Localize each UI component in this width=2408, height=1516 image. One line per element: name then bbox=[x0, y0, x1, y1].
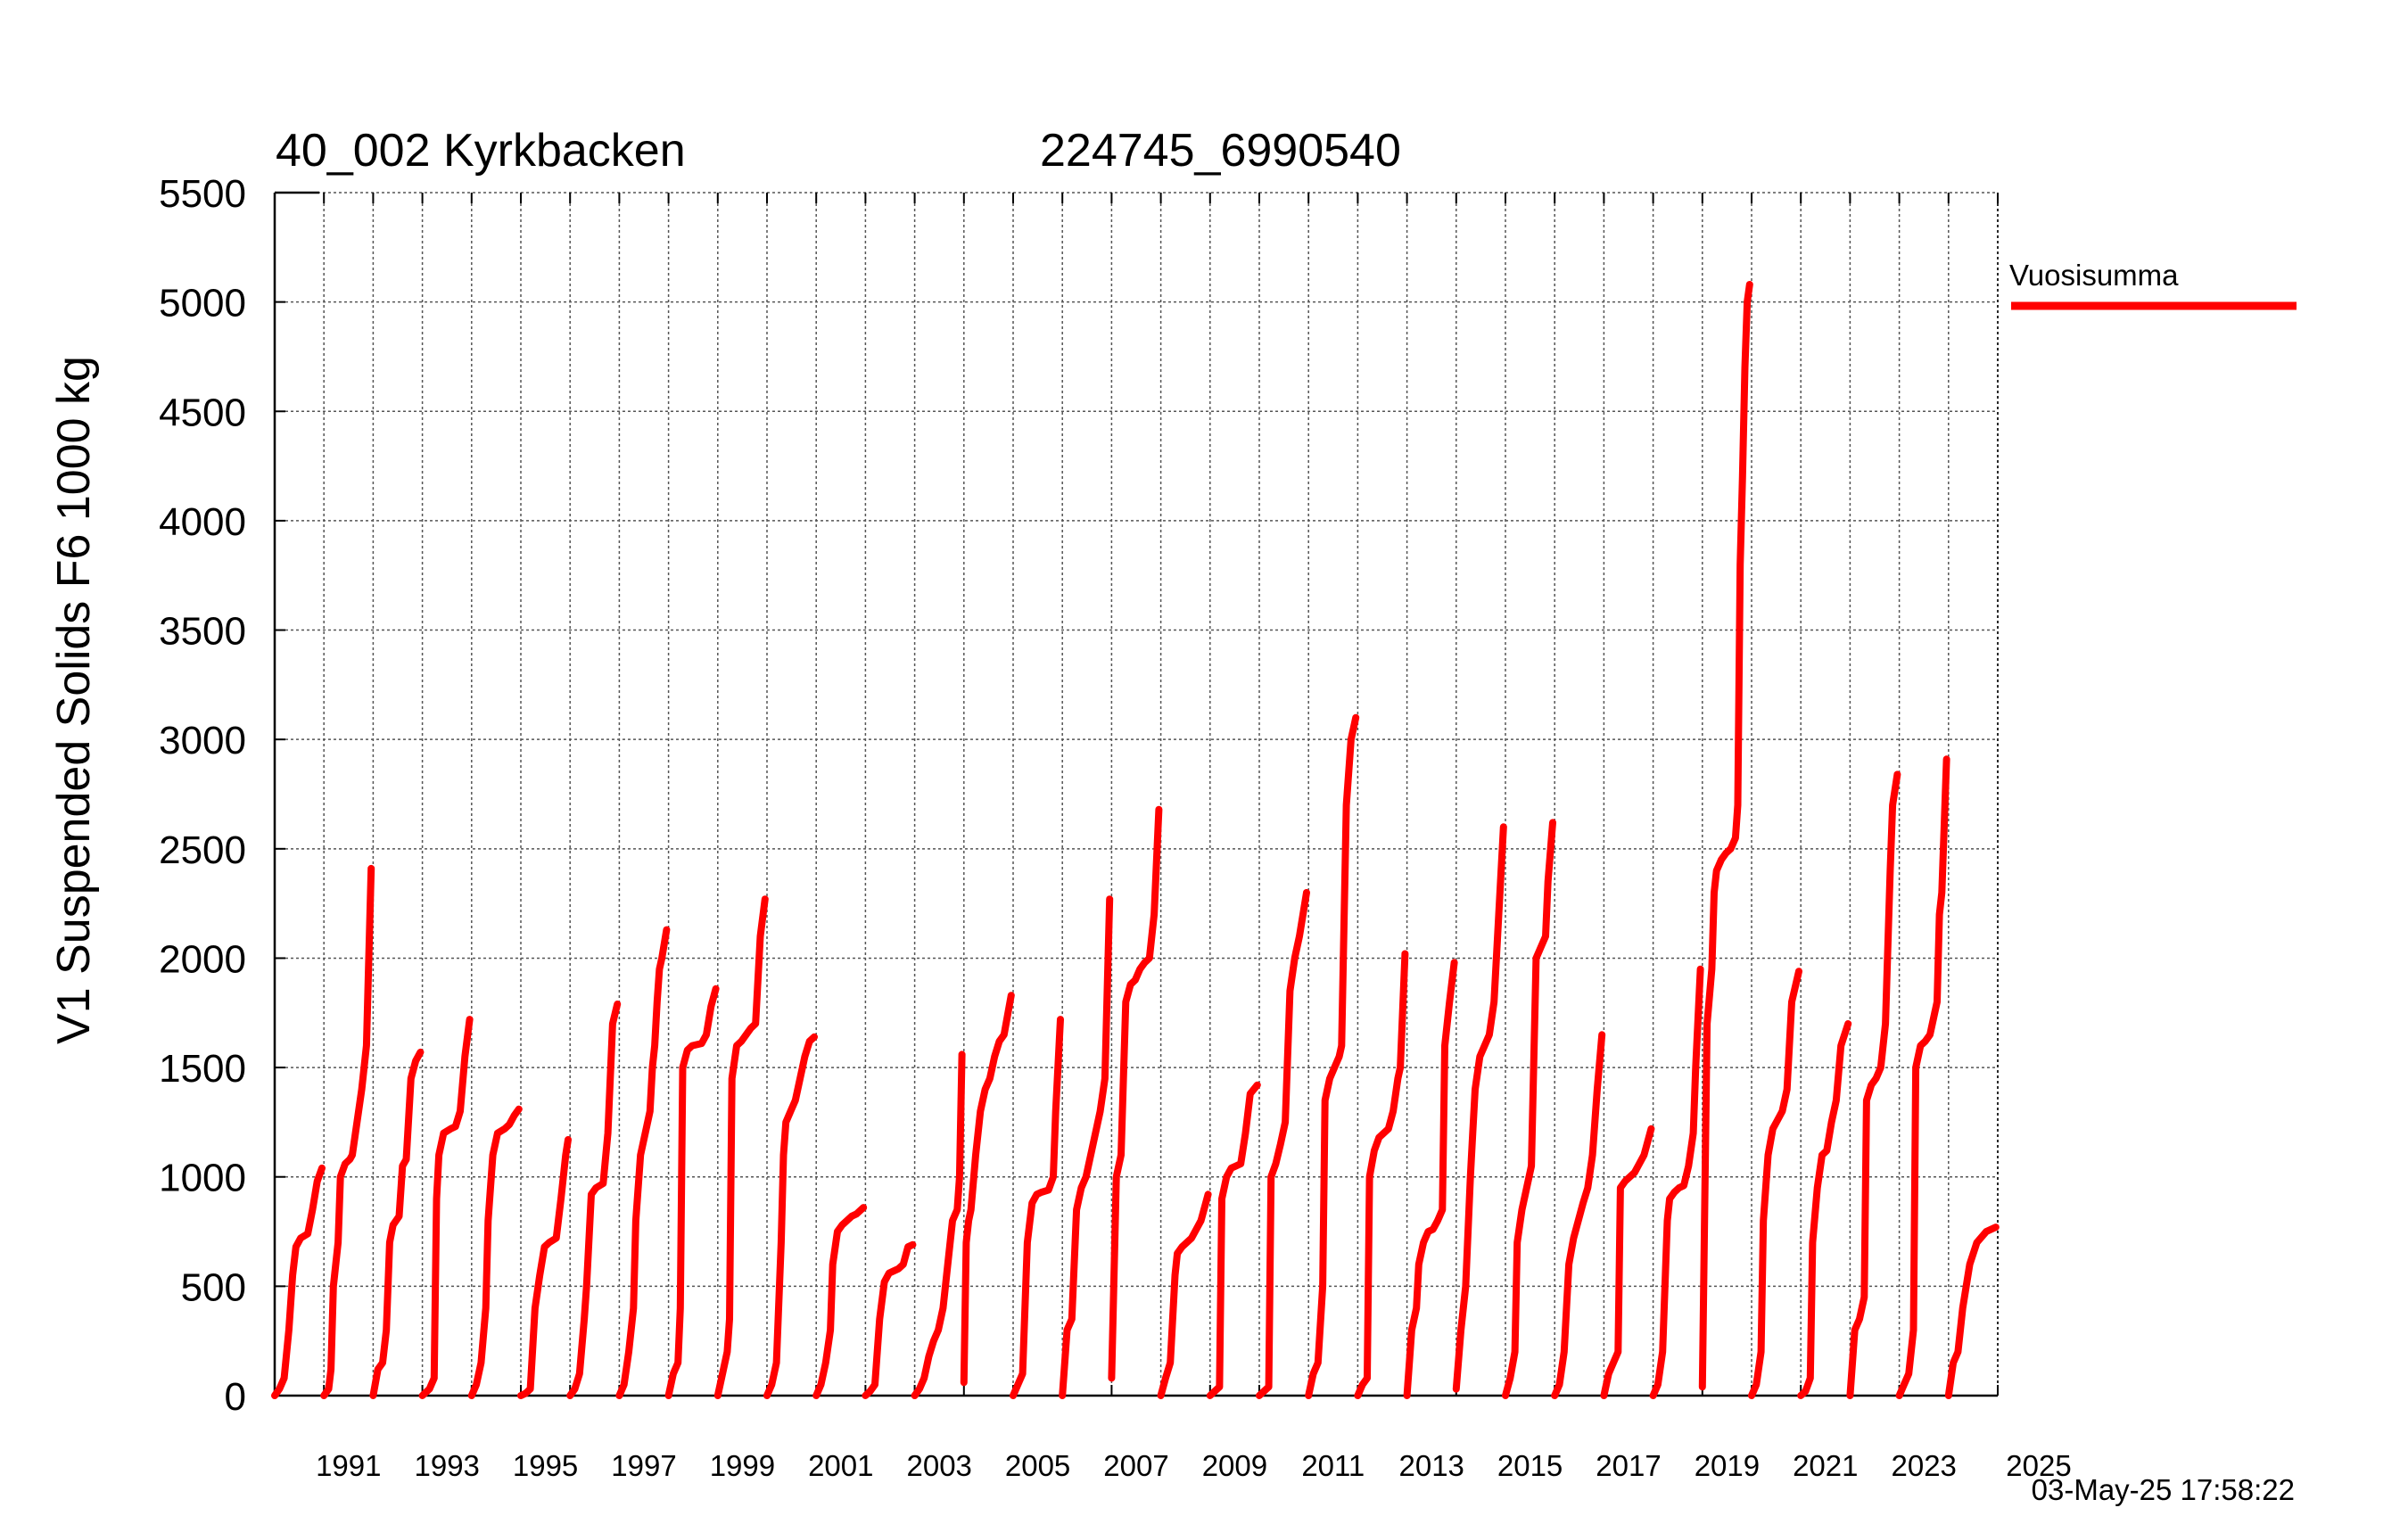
y-tick-label: 5000 bbox=[159, 282, 246, 325]
y-tick-label: 3500 bbox=[159, 610, 246, 654]
x-tick-label: 2013 bbox=[1398, 1449, 1464, 1482]
y-axis-label: V1 Suspended Solids F6 1000 kg bbox=[48, 356, 100, 1044]
y-tick-label: 500 bbox=[181, 1265, 246, 1309]
chart-title-right: 224745_6990540 bbox=[1040, 125, 1401, 177]
series-line-1999 bbox=[713, 895, 769, 1399]
series-line-2012 bbox=[1354, 950, 1409, 1399]
series-line-1992 bbox=[369, 1048, 425, 1399]
series-line-2000 bbox=[763, 1033, 818, 1399]
series-line-1993 bbox=[418, 1016, 474, 1399]
chart: 0 500 1000 1500 2000 2500 3000 3500 4000 4500 5000… bbox=[48, 125, 2297, 1506]
x-tick-label: 1995 bbox=[513, 1449, 578, 1482]
series-line-2013 bbox=[1403, 959, 1458, 1399]
x-tick-label: 2007 bbox=[1103, 1449, 1168, 1482]
x-tick-label: 1997 bbox=[611, 1449, 676, 1482]
series-line-2003 bbox=[911, 1050, 966, 1399]
chart-title-left: 40_002 Kyrkbacken bbox=[276, 125, 686, 177]
legend: Vuosisumma bbox=[2009, 259, 2297, 310]
x-tick-label: 1991 bbox=[316, 1449, 381, 1482]
series-line-2014 bbox=[1452, 823, 1507, 1393]
series-line-1991 bbox=[320, 864, 375, 1399]
series-line-2002 bbox=[862, 1240, 917, 1399]
series-line-2016 bbox=[1551, 1031, 1606, 1399]
series-line-2008 bbox=[1157, 1191, 1212, 1399]
x-tick-label: 2001 bbox=[808, 1449, 873, 1482]
series-line-2015 bbox=[1502, 819, 1556, 1399]
series-line-2019 bbox=[1698, 281, 1753, 1391]
series-line-2023 bbox=[1895, 755, 1950, 1399]
series-line-1994 bbox=[467, 1105, 523, 1399]
y-tick-label: 3000 bbox=[159, 719, 246, 762]
series-line-1990 bbox=[271, 1164, 326, 1399]
series-line-2007 bbox=[1108, 805, 1163, 1382]
x-tick-label: 2003 bbox=[906, 1449, 971, 1482]
x-tick-label: 2019 bbox=[1695, 1449, 1760, 1482]
series-line-2020 bbox=[1748, 968, 1802, 1399]
x-tick-label: 2009 bbox=[1202, 1449, 1267, 1482]
series-line-2021 bbox=[1797, 1020, 1852, 1399]
x-tick-label: 2021 bbox=[1793, 1449, 1858, 1482]
series-line-1995 bbox=[517, 1136, 572, 1399]
y-tick-label: 1000 bbox=[159, 1157, 246, 1200]
timestamp: 03-May-25 17:58:22 bbox=[2032, 1473, 2295, 1506]
x-tick-label: 2015 bbox=[1497, 1449, 1563, 1482]
series-line-1996 bbox=[566, 1001, 622, 1399]
series-line-2017 bbox=[1600, 1125, 1655, 1399]
y-tick-label: 2000 bbox=[159, 937, 246, 981]
x-tick-label: 2011 bbox=[1301, 1449, 1365, 1482]
y-tick-label: 0 bbox=[225, 1375, 246, 1419]
series-line-2024 bbox=[1944, 1224, 2000, 1399]
y-tick-label: 4000 bbox=[159, 500, 246, 544]
x-tick-label: 1999 bbox=[710, 1449, 775, 1482]
legend-label: Vuosisumma bbox=[2009, 259, 2179, 292]
x-tick-label: 2005 bbox=[1005, 1449, 1070, 1482]
series-line-2004 bbox=[960, 992, 1015, 1387]
series-line-1997 bbox=[615, 926, 671, 1399]
x-tick-label: 1993 bbox=[414, 1449, 479, 1482]
series-line-2011 bbox=[1305, 713, 1360, 1399]
x-tick-label: 2017 bbox=[1596, 1449, 1661, 1482]
series-line-2018 bbox=[1649, 965, 1704, 1399]
series-line-2009 bbox=[1206, 1081, 1261, 1399]
series-line-2022 bbox=[1846, 770, 1901, 1399]
y-tick-label: 2500 bbox=[159, 828, 246, 872]
y-tick-label: 4500 bbox=[159, 391, 246, 434]
series-line-1998 bbox=[664, 985, 720, 1399]
x-tick-label: 2023 bbox=[1891, 1449, 1956, 1482]
series-line-2010 bbox=[1256, 888, 1310, 1399]
series-line-2005 bbox=[1010, 1016, 1064, 1399]
y-tick-label: 1500 bbox=[159, 1047, 246, 1091]
series-vuosisumma bbox=[271, 281, 2000, 1399]
series-line-2006 bbox=[1059, 895, 1114, 1399]
series-line-2001 bbox=[812, 1204, 868, 1399]
y-tick-label: 5500 bbox=[159, 172, 246, 216]
